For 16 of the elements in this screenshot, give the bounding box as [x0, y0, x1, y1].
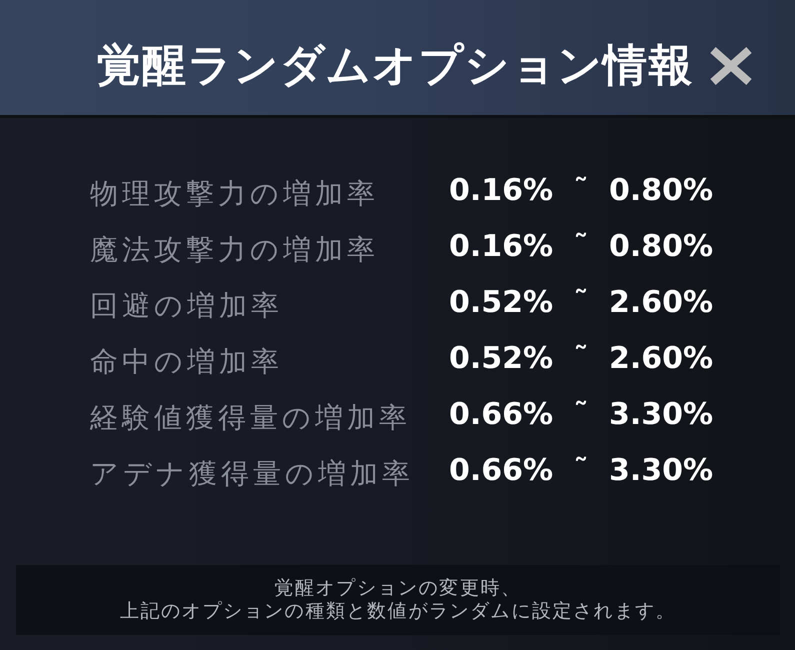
option-name: 魔法攻撃力の増加率 [90, 232, 379, 267]
option-range: 0.66% ˜ 3.30% [449, 398, 714, 432]
notice-line: 覚醒オプションの変更時、 [274, 577, 522, 600]
option-name: 物理攻撃力の増加率 [90, 176, 379, 211]
option-range: 0.52% ˜ 2.60% [449, 342, 714, 376]
option-range: 0.52% ˜ 2.60% [449, 286, 714, 320]
option-range: 0.66% ˜ 3.30% [449, 454, 714, 488]
option-name: 命中の増加率 [90, 344, 283, 379]
option-name: 経験値獲得量の増加率 [90, 400, 411, 435]
dialog-title: 覚醒ランダムオプション情報 [97, 40, 694, 92]
option-name: 回避の増加率 [90, 288, 283, 323]
notice-line: 上記のオプションの種類と数値がランダムに設定されます。 [120, 600, 676, 623]
option-name: アデナ獲得量の増加率 [90, 456, 414, 491]
option-range: 0.16% ˜ 0.80% [449, 230, 714, 264]
close-icon[interactable] [710, 46, 752, 86]
option-range: 0.16% ˜ 0.80% [449, 174, 714, 208]
